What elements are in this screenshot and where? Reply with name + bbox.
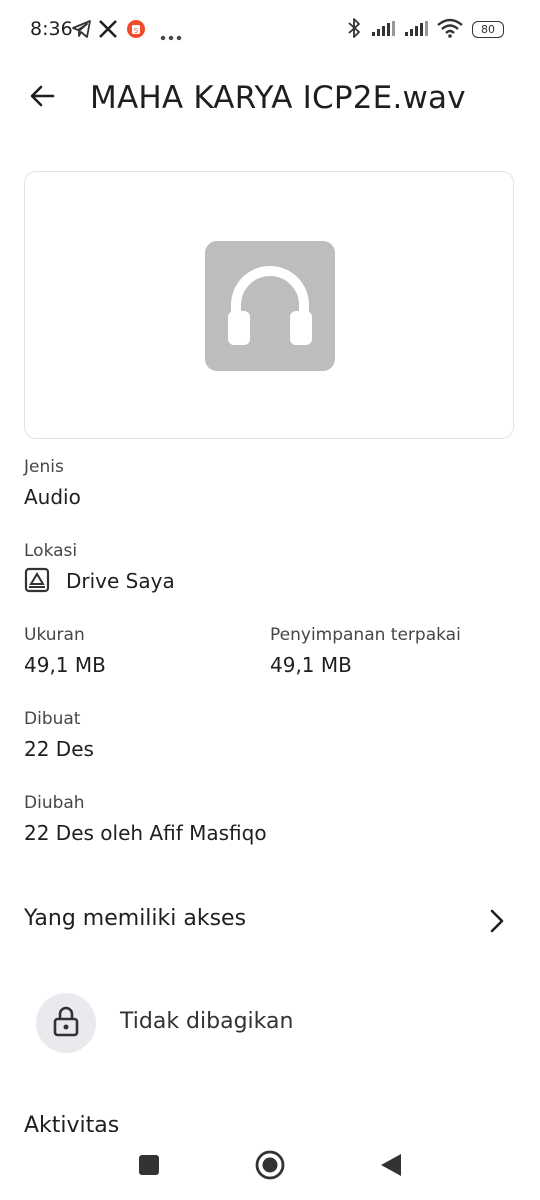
x-icon — [98, 19, 118, 43]
recents-button[interactable] — [138, 1154, 160, 1180]
modified-label: Diubah — [24, 793, 85, 813]
activity-clip: Aktivitas — [0, 1110, 540, 1132]
more-dots-icon — [160, 26, 182, 45]
storage-used-label: Penyimpanan terpakai — [270, 625, 461, 645]
storage-used-value: 49,1 MB — [270, 653, 352, 677]
bluetooth-icon — [344, 17, 364, 43]
size-label: Ukuran — [24, 625, 85, 645]
activity-title[interactable]: Aktivitas — [24, 1113, 119, 1132]
file-title: MAHA KARYA ICP2E.wav — [90, 80, 466, 116]
signal-icon — [404, 21, 430, 41]
type-value: Audio — [24, 485, 81, 509]
created-label: Dibuat — [24, 709, 81, 729]
size-value: 49,1 MB — [24, 653, 106, 677]
signal-icon — [371, 21, 397, 41]
lock-icon — [53, 1005, 79, 1041]
location-label: Lokasi — [24, 541, 78, 561]
telegram-icon — [72, 20, 92, 42]
created-value: 22 Des — [24, 737, 94, 761]
shopee-icon: S — [126, 19, 146, 43]
home-button[interactable] — [255, 1150, 285, 1184]
type-label: Jenis — [24, 457, 64, 477]
arrow-back-icon[interactable] — [28, 82, 56, 114]
chevron-right-icon[interactable] — [484, 906, 510, 940]
battery-icon: 80 — [472, 21, 504, 38]
svg-text:S: S — [134, 27, 139, 35]
modified-value: 22 Des oleh Afif Masfiqo — [24, 821, 267, 845]
wifi-icon — [437, 18, 463, 42]
drive-icon — [24, 567, 50, 597]
access-title[interactable]: Yang memiliki akses — [24, 906, 246, 931]
back-button[interactable] — [20, 76, 64, 120]
headphones-icon — [224, 261, 316, 351]
status-time: 8:36 — [30, 18, 73, 40]
sharing-status[interactable]: Tidak dibagikan — [120, 1009, 293, 1034]
back-nav-button[interactable] — [380, 1153, 402, 1181]
lock-avatar — [36, 993, 96, 1053]
location-value[interactable]: Drive Saya — [66, 569, 175, 593]
audio-thumbnail — [205, 241, 335, 371]
